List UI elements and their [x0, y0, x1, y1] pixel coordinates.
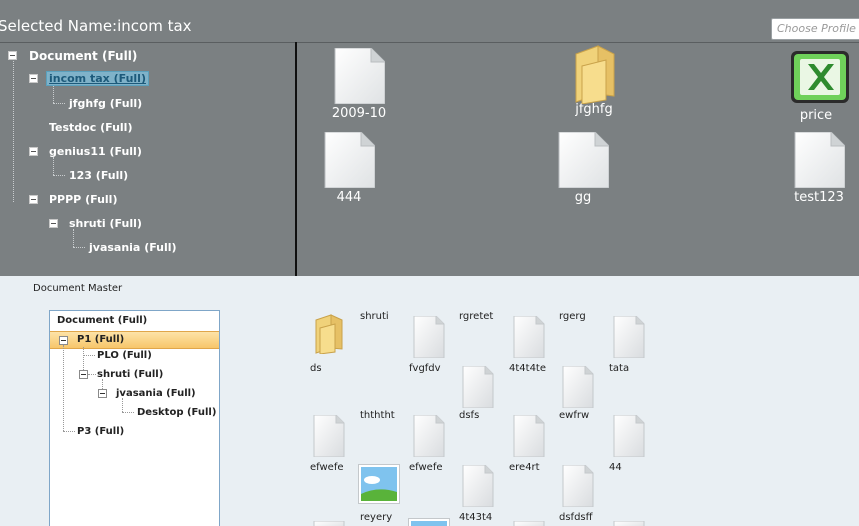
tree-item-p1[interactable]: P1 (Full): [77, 334, 124, 345]
file-name: 4t43t4: [459, 512, 493, 523]
tree-root[interactable]: Document (Full): [57, 315, 147, 326]
file-name: rgerg: [559, 311, 586, 322]
file-name: jfghfg: [575, 102, 613, 117]
tree-item-pppp[interactable]: PPPP (Full): [49, 193, 117, 206]
tree-line: [122, 398, 123, 412]
file-name: rgretet: [459, 311, 494, 322]
image-icon[interactable]: [358, 464, 400, 508]
file-name: ds: [310, 363, 322, 374]
tree-item-p3[interactable]: P3 (Full): [77, 426, 124, 437]
file-tile[interactable]: gg: [523, 131, 643, 205]
file-name: gg: [574, 190, 592, 205]
file-name: tata: [609, 363, 630, 374]
document-icon[interactable]: [462, 365, 494, 412]
tree-item-jfghfg[interactable]: jfghfg (Full): [69, 97, 142, 110]
document-icon[interactable]: [313, 414, 345, 461]
tree-item-123[interactable]: 123 (Full): [69, 169, 128, 182]
tree-item-incom-tax[interactable]: incom tax (Full): [46, 71, 149, 86]
file-name: thththt: [360, 410, 395, 421]
tree-line: [63, 345, 64, 431]
bottom-panel: Document Master Document (Full) P1 (Full…: [0, 276, 859, 526]
folder-icon: [568, 44, 620, 105]
tree-item-shruti[interactable]: shruti (Full): [69, 217, 142, 230]
document-icon[interactable]: [513, 414, 545, 461]
document-master-tree: Document (Full) P1 (Full) PLO (Full) shr…: [49, 310, 220, 526]
collapse-icon[interactable]: [29, 147, 38, 156]
document-icon: [557, 131, 610, 189]
document-icon[interactable]: [513, 315, 545, 362]
document-icon[interactable]: [462, 464, 494, 511]
file-name: shruti: [360, 311, 389, 322]
file-name: fvgfdv: [409, 363, 441, 374]
document-icon[interactable]: [613, 414, 645, 461]
collapse-icon[interactable]: [29, 74, 38, 83]
file-name: ewfrw: [559, 410, 590, 421]
folder-tile[interactable]: jfghfg: [534, 44, 654, 117]
collapse-icon[interactable]: [8, 51, 17, 60]
file-name: 44: [609, 462, 622, 473]
profile-select[interactable]: Choose Profile N: [771, 18, 859, 40]
image-icon[interactable]: [408, 515, 450, 526]
document-icon[interactable]: [313, 516, 345, 526]
tree-item-jvasania[interactable]: jvasania (Full): [116, 388, 196, 399]
file-name: ere4rt: [509, 462, 540, 473]
tree-line: [88, 374, 96, 375]
tree-line: [63, 431, 75, 432]
file-name: 444: [336, 190, 362, 205]
selection-highlight: [50, 331, 219, 349]
collapse-icon[interactable]: [49, 219, 58, 228]
tree-line: [73, 247, 85, 248]
file-name: 4t4t4te: [509, 363, 547, 374]
tree-line: [53, 175, 65, 176]
document-icon: [793, 131, 846, 189]
document-icon: [323, 131, 376, 189]
tree-line: [83, 355, 95, 356]
document-icon[interactable]: [613, 315, 645, 362]
tree-item-shruti[interactable]: shruti (Full): [97, 369, 163, 380]
folder-icon[interactable]: [313, 314, 345, 358]
file-name: efwefe: [310, 462, 344, 473]
tree-item-genius11[interactable]: genius11 (Full): [49, 145, 142, 158]
collapse-icon[interactable]: [79, 370, 88, 379]
top-divider-line: [0, 42, 859, 43]
selected-name-title: Selected Name:incom tax: [0, 17, 192, 35]
collapse-icon[interactable]: [59, 336, 68, 345]
tree-line: [53, 157, 54, 175]
tree-line: [13, 61, 14, 202]
document-icon[interactable]: [413, 414, 445, 461]
document-icon[interactable]: [562, 365, 594, 412]
tree-item-testdoc[interactable]: Testdoc (Full): [49, 121, 132, 134]
file-name: 2009-10: [331, 106, 387, 121]
document-icon[interactable]: [562, 464, 594, 511]
file-name: price: [799, 108, 833, 123]
tree-item-desktop[interactable]: Desktop (Full): [137, 407, 216, 418]
file-name: dsfs: [459, 410, 480, 421]
file-tile[interactable]: 2009-10: [299, 47, 419, 121]
tree-item-plo[interactable]: PLO (Full): [97, 350, 152, 361]
document-master-title: Document Master: [33, 283, 123, 294]
document-icon[interactable]: [513, 516, 545, 526]
tree-root[interactable]: Document (Full): [29, 49, 137, 63]
document-icon: [333, 47, 386, 105]
file-name: efwefe: [409, 462, 443, 473]
file-name: reyery: [360, 512, 393, 523]
collapse-icon[interactable]: [29, 195, 38, 204]
file-tile[interactable]: 444: [289, 131, 409, 205]
tree-line: [53, 103, 65, 104]
file-name: test123: [794, 190, 844, 205]
tree-line: [73, 229, 74, 247]
top-panel: Selected Name:incom tax Choose Profile N…: [0, 0, 859, 276]
tree-item-jvasania[interactable]: jvasania (Full): [89, 241, 177, 254]
file-tile[interactable]: price: [756, 50, 859, 123]
document-icon[interactable]: [413, 315, 445, 362]
file-name: dsfdsff: [559, 512, 593, 523]
tree-line: [122, 412, 134, 413]
file-tile[interactable]: test123: [759, 131, 859, 205]
document-icon[interactable]: [613, 516, 645, 526]
tree-line: [53, 83, 54, 103]
excel-icon: [790, 50, 849, 104]
collapse-icon[interactable]: [98, 389, 107, 398]
